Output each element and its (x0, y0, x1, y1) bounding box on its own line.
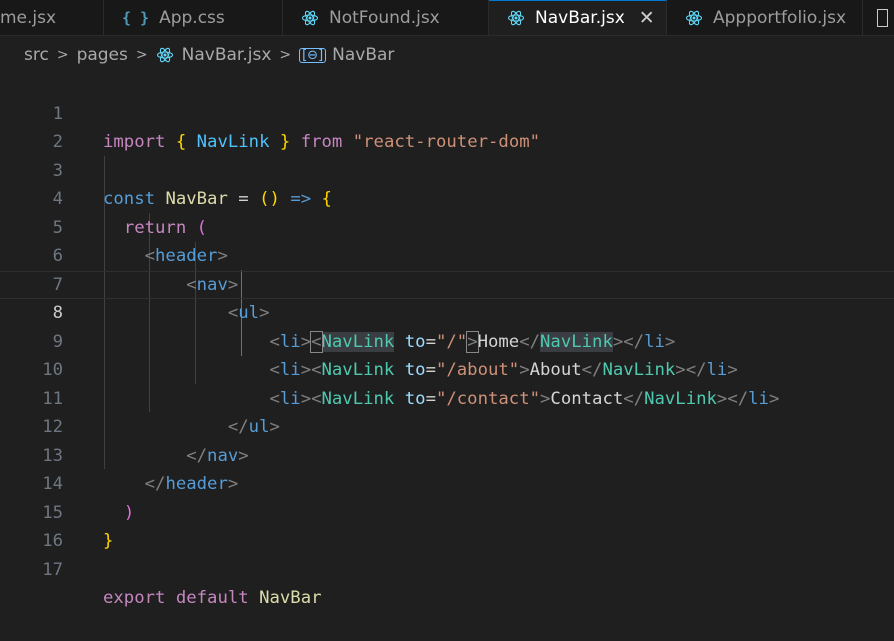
code-line[interactable]: 16 (0, 499, 894, 551)
line-number: 17 (42, 559, 63, 580)
tab-label: me.jsx (0, 7, 57, 28)
code-line-current[interactable]: 8 <li><NavLink to="/">Home</NavLink></li… (0, 271, 894, 353)
code-line[interactable]: 4 return ( (0, 157, 894, 238)
breadcrumb-pages[interactable]: pages (77, 45, 128, 65)
code-line[interactable]: 17 export default NavBar (0, 527, 894, 609)
code-line[interactable]: 2 (0, 100, 894, 152)
code-line[interactable]: 5 <header> (0, 185, 894, 267)
code-line[interactable]: 10 <li><NavLink to="/contact">Contact</N… (0, 328, 894, 409)
chevron-right-icon: > (56, 47, 69, 63)
tab-app-css[interactable]: { } App.css (104, 0, 283, 35)
css-braces-icon: { } (122, 8, 150, 27)
code-line[interactable]: 7 <ul> (0, 242, 894, 324)
react-icon (507, 9, 525, 27)
file-icon (877, 8, 888, 27)
react-icon (301, 9, 319, 27)
tab-label: NotFound.jsx (329, 7, 440, 28)
breadcrumb: src > pages > NavBar.jsx > [⊖] NavBar (24, 44, 394, 66)
editor-tab-bar: me.jsx { } App.css NotFound.jsx NavBar.j… (0, 0, 894, 36)
breadcrumb-src[interactable]: src (24, 45, 49, 65)
tab-home-jsx[interactable]: me.jsx (0, 0, 104, 35)
code-text: export default NavBar (103, 588, 322, 608)
code-line[interactable]: 15 } (0, 470, 894, 552)
code-line[interactable]: 11 </ul> (0, 356, 894, 438)
chevron-right-icon: > (135, 47, 148, 63)
react-icon (685, 9, 703, 27)
breadcrumb-file[interactable]: NavBar.jsx (182, 45, 272, 65)
breadcrumb-symbol[interactable]: NavBar (332, 45, 394, 65)
tab-appportfolio-jsx[interactable]: Appportfolio.jsx (667, 0, 863, 35)
code-line[interactable]: 3 const NavBar = () => { (0, 128, 894, 210)
tab-notfound-jsx[interactable]: NotFound.jsx (283, 0, 489, 35)
tab-navbar-jsx[interactable]: NavBar.jsx ✕ (489, 0, 667, 35)
tab-label: NavBar.jsx (535, 8, 625, 28)
code-line[interactable]: 9 <li><NavLink to="/about">About</NavLin… (0, 299, 894, 381)
chevron-right-icon: > (279, 47, 292, 63)
code-line[interactable]: 6 <nav> (0, 214, 894, 295)
close-icon[interactable]: ✕ (639, 7, 655, 29)
code-editor[interactable]: 1 import { NavLink } from "react-router-… (0, 71, 894, 609)
tab-overflow[interactable] (863, 0, 894, 35)
tab-label: App.css (159, 7, 225, 28)
react-icon (156, 46, 174, 64)
code-line[interactable]: 1 import { NavLink } from "react-router-… (0, 71, 894, 153)
code-line[interactable]: 12 </nav> (0, 385, 894, 466)
symbol-variable-icon: [⊖] (299, 47, 327, 63)
code-line[interactable]: 13 </header> (0, 413, 894, 495)
tab-label: Appportfolio.jsx (713, 7, 847, 28)
code-line[interactable]: 14 ) (0, 442, 894, 523)
